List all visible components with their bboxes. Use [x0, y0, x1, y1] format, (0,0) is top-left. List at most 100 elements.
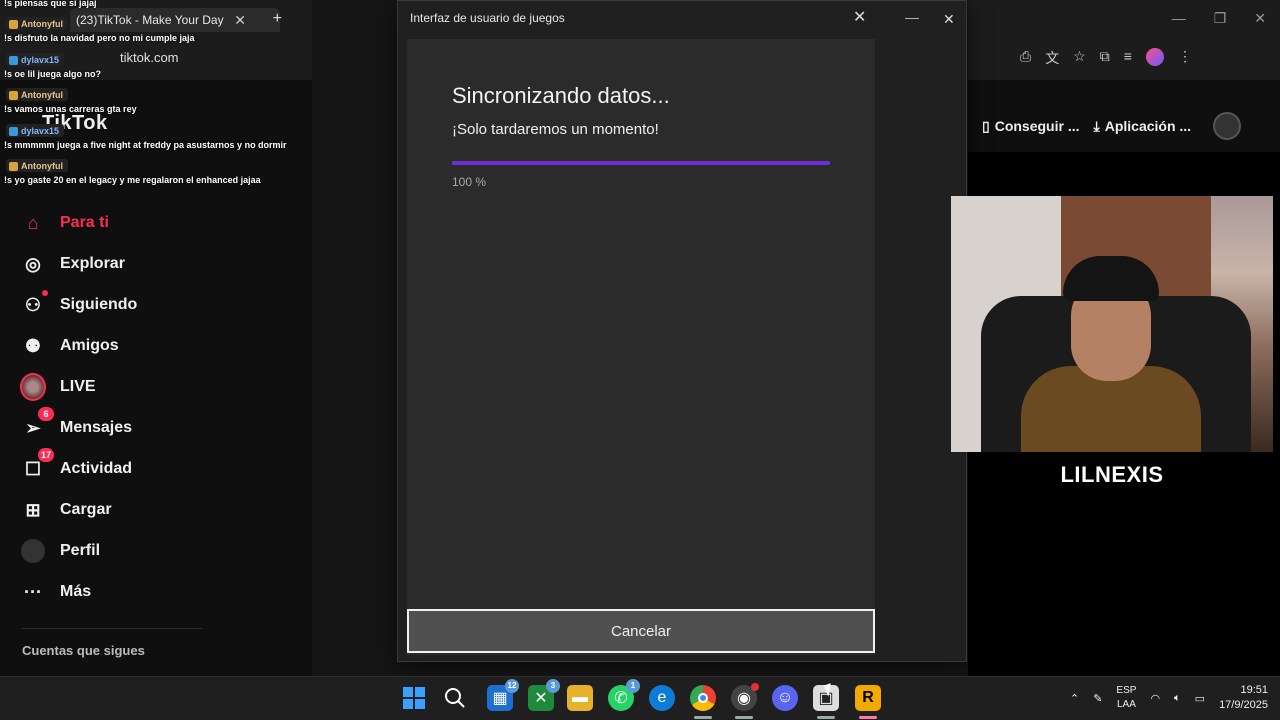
widgets-icon[interactable]: ▦ 12: [487, 679, 519, 711]
chat-message: !s vamos unas carreras gta rey: [4, 104, 137, 114]
more-icon: ···: [24, 581, 42, 602]
xbox-icon[interactable]: ✕ 3: [528, 679, 560, 711]
crown-badge-icon: [9, 90, 18, 100]
widgets-badge: 12: [505, 679, 519, 693]
background-close-icon[interactable]: ✕: [943, 11, 955, 28]
download-icon: ⤓: [1093, 117, 1100, 134]
nav-label: Mensajes: [60, 419, 133, 436]
xbox-badge: 3: [546, 679, 560, 693]
browser-window-controls: — ❐ ✕: [1172, 10, 1266, 27]
obs-icon[interactable]: ◉: [731, 683, 759, 719]
tray-overflow-icon[interactable]: ⌃: [1070, 692, 1079, 705]
language-code: ESP: [1116, 685, 1137, 696]
keyboard-layout: LAA: [1116, 699, 1136, 710]
clock-time: 19:51: [1240, 684, 1268, 696]
nav-item-cargar[interactable]: ⊞ Cargar: [20, 497, 112, 523]
progress-fill: [452, 161, 830, 165]
profile-icon: [20, 538, 46, 564]
background-minimize-icon[interactable]: —: [905, 9, 919, 25]
get-app-button[interactable]: ⤓ Aplicación ...: [1094, 118, 1192, 135]
nav-item-live[interactable]: LIVE: [20, 373, 96, 401]
messages-icon: ➢ 6: [20, 407, 54, 441]
pen-menu-icon[interactable]: ✎: [1093, 692, 1102, 705]
translate-icon[interactable]: 文: [1045, 48, 1059, 68]
nav-item-amigos[interactable]: ⚉ Amigos: [20, 333, 119, 359]
search-icon[interactable]: [442, 685, 468, 711]
activity-badge: 17: [37, 448, 54, 462]
system-tray: ⌃ ✎ ESP LAA ◠ 🔈︎ ▭ 19:51 17/9/2025: [1070, 683, 1268, 713]
tiktok-header-actions: ▯ Conseguir ... ⤓ Aplicación ...: [968, 100, 1280, 152]
desktop-screen: (23)TikTok - Make Your Day ✕ + tiktok.co…: [0, 0, 1280, 720]
nav-label: Amigos: [60, 337, 119, 354]
following-accounts-title: Cuentas que sigues: [22, 643, 145, 658]
game-ui-dialog: Interfaz de usuario de juegos ✕ — ✕ Sinc…: [397, 0, 967, 662]
nav-label: Siguiendo: [60, 296, 138, 313]
stream-chat-overlay: !s piensas que si jajaj Antonyful !s dis…: [0, 0, 320, 190]
whatsapp-badge: 1: [626, 679, 640, 693]
minimize-icon[interactable]: —: [1172, 10, 1186, 27]
crown-badge-icon: [9, 161, 18, 171]
install-app-icon[interactable]: ⎙: [1020, 48, 1031, 68]
discord-icon[interactable]: ☺: [772, 685, 798, 711]
crown-badge-icon: [9, 19, 18, 29]
chrome-icon[interactable]: [690, 685, 716, 719]
streamer-name: LILNEXIS: [1060, 462, 1164, 487]
nav-label: Cargar: [60, 501, 112, 518]
get-coins-label: Conseguir ...: [994, 118, 1080, 134]
dialog-window-title: Interfaz de usuario de juegos: [410, 11, 565, 25]
nav-item-actividad[interactable]: ☐ 17 Actividad: [20, 448, 132, 482]
dialog-content: Sincronizando datos... ¡Solo tardaremos …: [407, 39, 875, 655]
browser-toolbar-icons: ⎙ 文 ☆ ⧉ ≡ ⋮: [1020, 48, 1192, 68]
following-icon: ⚇: [20, 290, 48, 318]
cancel-button[interactable]: Cancelar: [407, 609, 875, 653]
dialog-close-icon[interactable]: ✕: [853, 7, 866, 27]
friends-icon: ⚉: [24, 335, 42, 356]
media-controls-icon[interactable]: ≡: [1124, 48, 1132, 68]
get-app-label: Aplicación ...: [1104, 118, 1192, 134]
chat-username: dylavx15: [6, 124, 65, 137]
progress-percentage: 100 %: [452, 175, 487, 189]
nav-item-para-ti[interactable]: ⌂ Para ti: [20, 210, 109, 236]
activity-icon: ☐ 17: [20, 448, 54, 482]
nav-item-siguiendo[interactable]: ⚇ Siguiendo: [20, 290, 138, 318]
home-icon: ⌂: [27, 212, 39, 233]
sync-progress-bar: [452, 161, 830, 165]
clock[interactable]: 19:51 17/9/2025: [1219, 683, 1268, 713]
nav-label: Más: [60, 583, 92, 600]
clock-date: 17/9/2025: [1219, 699, 1268, 711]
maximize-icon[interactable]: ❐: [1214, 10, 1227, 27]
webcam-feed: [951, 196, 1273, 452]
whatsapp-icon[interactable]: ✆ 1: [608, 679, 640, 711]
start-menu-icon[interactable]: [401, 685, 427, 711]
chat-message: !s piensas que si jajaj: [4, 0, 97, 8]
menu-dots-icon[interactable]: ⋮: [1178, 48, 1192, 68]
sync-heading: Sincronizando datos...: [452, 83, 670, 108]
edge-icon[interactable]: e: [649, 685, 675, 711]
file-explorer-icon[interactable]: ▬: [567, 685, 593, 711]
extensions-icon[interactable]: ⧉: [1100, 48, 1110, 68]
windows-taskbar: ▦ 12 ✕ 3 ▬ ✆ 1 e ◉ ☺ ▣ R ⌃ ✎ ESP LAA ◠ 🔈︎ ▭…: [0, 676, 1280, 720]
nav-label: Perfil: [60, 542, 101, 559]
tiktok-sidebar: ⌂ Para ti ◎ Explorar ⚇ Siguiendo ⚉ Amigo…: [0, 200, 312, 676]
nav-item-perfil[interactable]: Perfil: [20, 538, 100, 564]
close-icon[interactable]: ✕: [1254, 10, 1266, 27]
compass-icon: ◎: [25, 253, 41, 274]
language-indicator[interactable]: ESP LAA: [1116, 684, 1136, 712]
nav-item-mas[interactable]: ··· Más: [20, 579, 91, 605]
get-coins-button[interactable]: ▯ Conseguir ...: [982, 118, 1080, 135]
wifi-icon[interactable]: ◠: [1150, 692, 1160, 705]
profile-avatar-icon[interactable]: [1145, 48, 1164, 66]
rockstar-launcher-icon[interactable]: R: [855, 685, 881, 719]
notification-dot: [42, 290, 48, 296]
volume-icon[interactable]: 🔈︎: [1174, 692, 1181, 705]
chat-username: Antonyful: [6, 17, 68, 30]
bookmark-star-icon[interactable]: ☆: [1073, 48, 1086, 68]
battery-icon[interactable]: ▭: [1195, 692, 1205, 705]
nav-item-explorar[interactable]: ◎ Explorar: [20, 251, 125, 277]
nav-item-mensajes[interactable]: ➢ 6 Mensajes: [20, 407, 133, 441]
chat-message: !s oe lil juega algo no?: [4, 69, 102, 79]
chat-username: dylavx15: [6, 53, 65, 66]
messages-badge: 6: [38, 407, 54, 421]
chat-message: !s disfruto la navidad pero no mi cumple…: [4, 33, 195, 43]
user-avatar[interactable]: [1213, 112, 1242, 140]
